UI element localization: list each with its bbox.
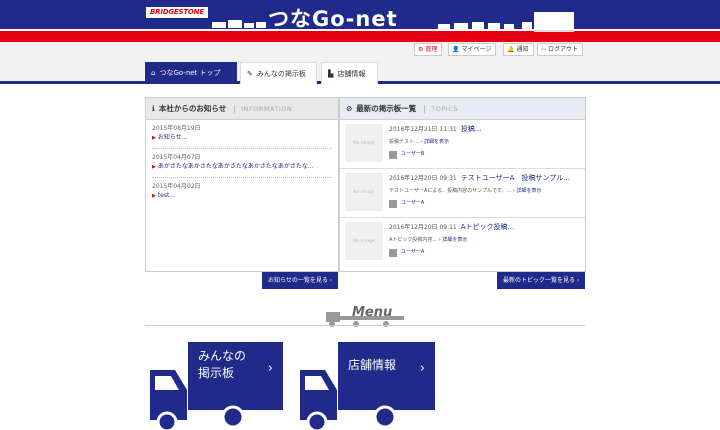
topic-item: No image 2016年12月20日 09:11 Aトピック投稿... Aトピ… (340, 218, 585, 267)
news-item: 2015年08月19日 ▶ お知らせ... (152, 120, 332, 149)
topics-more-button[interactable]: 最新のトピック一覧を見る › (497, 272, 586, 289)
tab-top[interactable]: ⌂ つなGo-net トップ (145, 62, 237, 84)
menu-title: Menu (352, 305, 393, 320)
news-link[interactable]: ▶ お知らせ... (152, 133, 332, 143)
news-panel-title: 本社からのお知らせ (158, 104, 227, 113)
news-panel-header: ℹ 本社からのお知らせ INFORMATION (146, 98, 338, 120)
logout-link[interactable]: ⇦ ログアウト (537, 43, 584, 56)
topic-thumbnail[interactable]: No image (345, 124, 383, 162)
avatar (389, 150, 397, 159)
arrow-right-icon: ▶ (152, 135, 156, 141)
topics-panel-header: ⊘ 最新の掲示板一覧 TOPICS (340, 98, 585, 120)
detail-link[interactable]: › 詳細を表示 (420, 139, 449, 145)
notification-link[interactable]: 🔔 通知 (503, 43, 534, 56)
truck-cab-icon (300, 370, 337, 430)
truck-wheel-icon (373, 405, 397, 429)
tab-store-info[interactable]: ▙ 店舗情報 (321, 62, 378, 84)
menu-bulletin-board-button[interactable]: みんなの 掲示板 › (188, 342, 283, 394)
utility-bar (0, 42, 720, 60)
mypage-link[interactable]: 👤 マイページ (448, 43, 497, 56)
avatar (389, 199, 397, 208)
news-panel: ℹ 本社からのお知らせ INFORMATION 2015年08月19日 ▶ お知ら… (145, 97, 339, 272)
news-link[interactable]: ▶ あかさたなあかさたなあかさたなあかさたなあかさたな... (152, 162, 332, 172)
detail-link[interactable]: › 詳細を表示 (439, 237, 468, 243)
topics-panel-title: 最新の掲示板一覧 (356, 104, 417, 113)
pencil-icon: ✎ (247, 69, 253, 78)
menu-divider (145, 325, 585, 326)
home-icon: ⌂ (151, 69, 156, 77)
topic-thumbnail[interactable]: No image (345, 222, 383, 260)
arrow-right-icon: ▶ (152, 164, 156, 170)
clip-icon: ⊘ (346, 104, 353, 113)
detail-link[interactable]: › 詳細を表示 (513, 188, 542, 194)
topic-item: No image 2016年12月20日 09:31 テストユーザーA 投稿サンプ… (340, 169, 585, 218)
topic-user[interactable]: ユーザーB (401, 150, 424, 159)
news-item: 2015年04月02日 ▶ test... (152, 178, 332, 206)
site-title[interactable]: つなGo-net (268, 8, 398, 30)
gear-icon: ⚙ (418, 46, 424, 53)
chevron-right-icon: › (267, 361, 273, 376)
bridgestone-logo[interactable]: BRIDGESTONE (146, 7, 208, 18)
topics-panel: ⊘ 最新の掲示板一覧 TOPICS No image 2016年12月21日 1… (339, 97, 586, 272)
topics-panel-subtitle: TOPICS (424, 104, 458, 113)
header-red-stripe (0, 31, 720, 42)
truck-wheel-icon (221, 405, 245, 429)
news-list: 2015年08月19日 ▶ お知らせ... 2015年04月07日 ▶ あかさたなあ… (146, 120, 338, 206)
avatar (389, 248, 397, 257)
chevron-right-icon: › (419, 361, 425, 376)
news-item: 2015年04月07日 ▶ あかさたなあかさたなあかさたなあかさたなあかさたな..… (152, 149, 332, 178)
menu-store-info-button[interactable]: 店舗情報 › (338, 342, 435, 394)
arrow-right-icon: ▶ (152, 193, 156, 199)
truck-cab-icon (150, 370, 187, 430)
news-link[interactable]: ▶ test... (152, 191, 332, 201)
header-vehicles-right-icon (438, 12, 574, 32)
topic-item: No image 2016年12月21日 11:31 投稿... 投稿テスト...… (340, 120, 585, 169)
bell-icon: 🔔 (507, 46, 515, 53)
header-vehicles-left-icon (212, 20, 266, 28)
topic-title-link[interactable]: テストユーザーA 投稿サンプル... (461, 174, 570, 182)
tab-bulletin-board[interactable]: ✎ みんなの掲示板 (240, 62, 317, 84)
news-panel-subtitle: INFORMATION (234, 104, 292, 113)
info-icon: ℹ (152, 104, 155, 113)
topic-title-link[interactable]: 投稿... (461, 125, 482, 133)
admin-link[interactable]: ⚙ 管理 (414, 43, 443, 56)
person-icon: 👤 (452, 46, 460, 53)
store-icon: ▙ (328, 69, 334, 78)
topic-user[interactable]: ユーザーA (401, 248, 424, 257)
logout-icon: ⇦ (541, 46, 547, 53)
news-more-button[interactable]: お知らせの一覧を見る › (262, 272, 339, 289)
topic-thumbnail[interactable]: No image (345, 173, 383, 211)
topic-title-link[interactable]: Aトピック投稿... (461, 223, 514, 231)
topic-user[interactable]: ユーザーA (401, 199, 424, 208)
